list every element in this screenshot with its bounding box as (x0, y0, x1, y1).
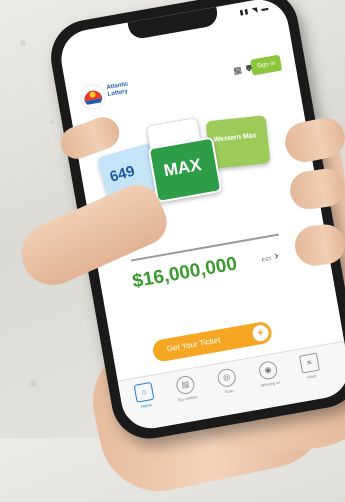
brand-name: Atlantic Lottery (106, 81, 129, 99)
scan-icon: ◎ (216, 367, 238, 389)
app-header: Atlantic Lottery ▦ ⛟ Sign in (78, 48, 288, 114)
plus-icon: + (251, 323, 270, 343)
tab-winning-numbers[interactable]: ◉ Winning #s (247, 358, 291, 390)
jackpot-amount: $16,000,000 (130, 253, 239, 293)
tab-home[interactable]: ⌂ Home (123, 380, 167, 412)
tab-label: Scan (224, 387, 235, 395)
tab-buy-online[interactable]: ▤ Buy Online (164, 373, 208, 405)
tab-label: More (306, 373, 317, 380)
signin-button[interactable]: Sign in (249, 54, 283, 76)
wall-texture (50, 120, 54, 124)
status-bar-icons: ▮▮ ◥ ▬ (239, 4, 270, 17)
game-card-label: Western Max (213, 132, 257, 144)
game-card-label: 649 (107, 162, 137, 186)
tab-label: Home (140, 402, 153, 409)
ticket-icon: ▤ (174, 374, 196, 396)
chevron-right-icon[interactable]: › (273, 248, 279, 262)
game-card-max[interactable]: MAX (147, 136, 223, 204)
tab-scan[interactable]: ◎ Scan (205, 365, 249, 397)
jackpot-unit: EST. (261, 256, 273, 264)
tab-label: Winning #s (260, 379, 281, 388)
lottery-logo (80, 84, 106, 109)
wall-texture (20, 40, 26, 46)
scan-icon[interactable]: ▦ (231, 63, 245, 77)
game-card-label: MAX (162, 155, 203, 181)
wall-texture (30, 380, 37, 387)
trophy-icon: ◉ (257, 359, 279, 381)
menu-icon: ≡ (299, 352, 320, 374)
phone-notch (127, 6, 220, 41)
tab-more[interactable]: ≡ More (288, 351, 332, 383)
home-icon: ⌂ (133, 381, 155, 403)
get-ticket-label: Get Your Ticket (166, 335, 222, 354)
tab-label: Buy Online (177, 394, 198, 403)
